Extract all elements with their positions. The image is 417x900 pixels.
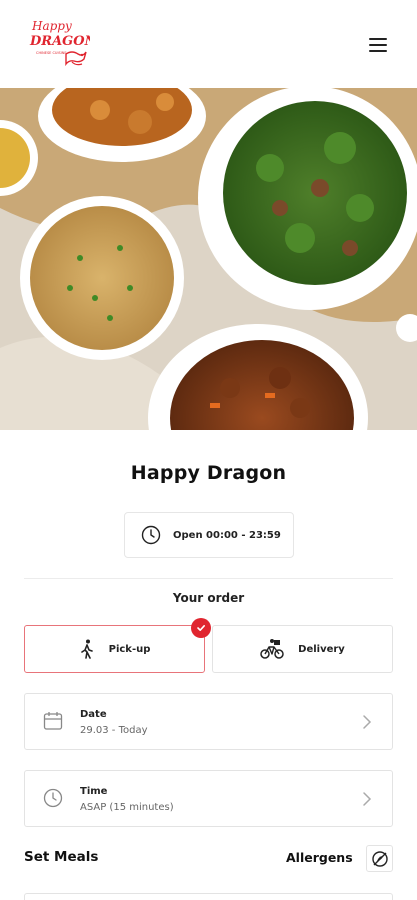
clock-icon bbox=[141, 525, 161, 545]
time-value: ASAP (15 minutes) bbox=[80, 802, 174, 813]
allergen-filter-icon[interactable] bbox=[366, 845, 393, 872]
allergens-label[interactable]: Allergens bbox=[286, 850, 353, 865]
selected-check-icon bbox=[191, 618, 211, 638]
chevron-right-icon bbox=[363, 792, 372, 806]
dragon-logo-icon: Happy DRAGON CHINESE CUISINE bbox=[29, 19, 98, 67]
hero-image bbox=[0, 88, 417, 430]
time-selector[interactable]: Time ASAP (15 minutes) bbox=[24, 770, 393, 827]
logo-text-line1: Happy bbox=[31, 19, 72, 33]
your-order-heading: Your order bbox=[172, 591, 245, 605]
clock-icon bbox=[43, 788, 63, 808]
calendar-icon bbox=[43, 712, 63, 730]
bicycle-courier-icon bbox=[260, 639, 284, 659]
delivery-option[interactable]: Delivery bbox=[212, 625, 393, 673]
opening-hours-badge: Open 00:00 - 23:59 bbox=[124, 512, 294, 558]
date-selector[interactable]: Date 29.03 - Today bbox=[24, 693, 393, 750]
divider bbox=[24, 578, 393, 579]
restaurant-name: Happy Dragon bbox=[130, 462, 287, 484]
chevron-right-icon bbox=[363, 715, 372, 729]
menu-item-card[interactable] bbox=[24, 893, 393, 900]
date-value: 29.03 - Today bbox=[80, 725, 148, 736]
time-label: Time bbox=[80, 786, 108, 797]
pickup-option[interactable]: Pick-up bbox=[24, 618, 211, 673]
logo-tagline: CHINESE CUISINE bbox=[36, 51, 67, 55]
date-label: Date bbox=[80, 709, 107, 720]
opening-hours-text: Open 00:00 - 23:59 bbox=[173, 529, 281, 541]
hamburger-menu-icon[interactable] bbox=[364, 34, 392, 56]
walking-person-icon bbox=[80, 639, 93, 659]
section-title-set-meals: Set Meals bbox=[24, 849, 99, 865]
delivery-label: Delivery bbox=[298, 643, 345, 655]
pickup-label: Pick-up bbox=[108, 643, 151, 655]
logo-text-line2: DRAGON bbox=[29, 34, 90, 49]
logo[interactable]: Happy DRAGON CHINESE CUISINE bbox=[28, 14, 98, 72]
header: Happy DRAGON CHINESE CUISINE bbox=[0, 0, 417, 88]
